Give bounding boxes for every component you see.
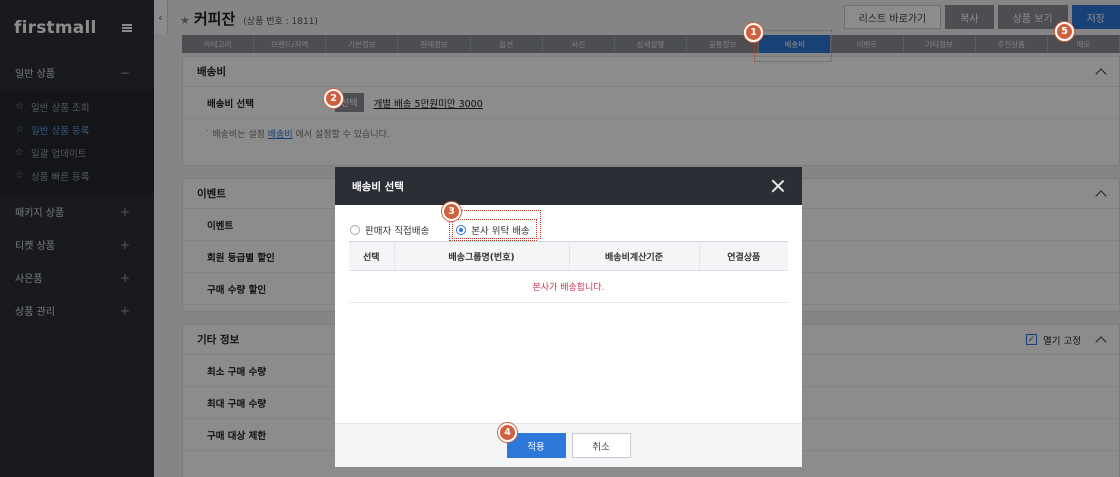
callout-box-shipping-tab (754, 30, 832, 62)
col-linked-products: 연결상품 (699, 241, 788, 271)
shipping-select-modal: 배송비 선택 판매자 직접배송 본사 위탁 배송 선택 배송그룹명(번호) 배송… (335, 167, 802, 467)
callout-badge-5: 5 (1055, 22, 1074, 41)
callout-badge-3: 3 (442, 202, 461, 221)
callout-box-hq-radio (452, 210, 541, 239)
radio-icon[interactable] (350, 225, 360, 235)
modal-title: 배송비 선택 (352, 180, 404, 193)
callout-badge-2: 2 (324, 89, 343, 108)
modal-footer: 적용 취소 (335, 423, 802, 467)
col-select: 선택 (349, 241, 395, 271)
callout-badge-1: 1 (744, 23, 763, 42)
close-icon[interactable] (771, 179, 785, 193)
table-header-row: 선택 배송그룹명(번호) 배송비계산기준 연결상품 (349, 241, 788, 271)
callout-badge-4: 4 (498, 423, 517, 442)
modal-header: 배송비 선택 (335, 167, 802, 205)
shipping-group-table: 선택 배송그룹명(번호) 배송비계산기준 연결상품 본사가 배송합니다. (349, 241, 788, 303)
empty-message: 본사가 배송합니다. (349, 270, 788, 303)
shipping-type-radios: 판매자 직접배송 본사 위탁 배송 (335, 205, 802, 241)
radio-seller-shipping[interactable]: 판매자 직접배송 (350, 223, 429, 237)
col-calc-basis: 배송비계산기준 (569, 241, 700, 271)
radio-label: 판매자 직접배송 (365, 226, 430, 237)
cancel-button[interactable]: 취소 (571, 433, 631, 458)
col-group-name: 배송그룹명(번호) (394, 241, 570, 271)
table-row: 본사가 배송합니다. (349, 270, 788, 303)
